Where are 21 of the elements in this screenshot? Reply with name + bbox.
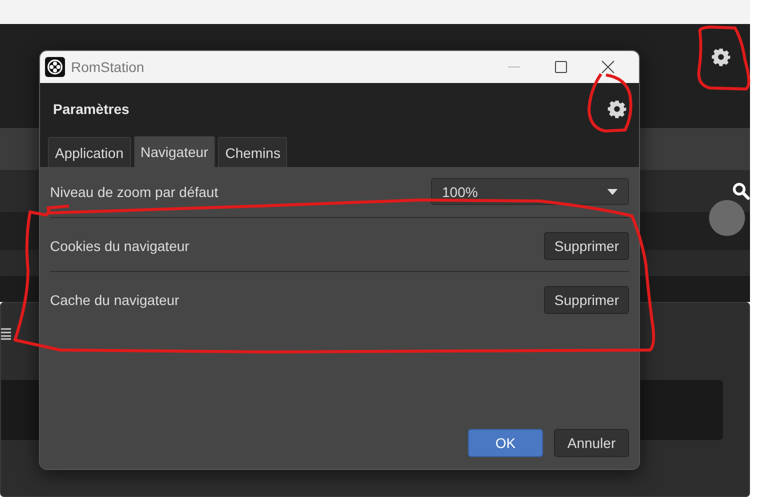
close-icon[interactable] [601, 60, 615, 74]
tab[interactable]: Navigateur [134, 136, 216, 167]
search-icon[interactable] [732, 182, 750, 200]
window-title: RomStation [71, 59, 146, 75]
setting-label: Cookies du navigateur [50, 238, 190, 254]
delete-button[interactable]: Supprimer [544, 286, 629, 314]
tab[interactable]: Application [48, 137, 130, 167]
setting-label: Cache du navigateur [50, 292, 180, 308]
tab[interactable]: Chemins [218, 137, 288, 167]
ok-button[interactable]: OK [468, 429, 543, 457]
caret-icon [607, 188, 618, 194]
cancel-button[interactable]: Annuler [554, 429, 629, 457]
settings-icon[interactable] [607, 99, 627, 119]
maximize-icon[interactable] [554, 60, 568, 74]
menu-icon[interactable] [1, 328, 11, 340]
dialog-heading: Paramètres [53, 101, 130, 117]
setting-label: Niveau de zoom par défaut [50, 184, 218, 200]
app-logo-icon [45, 57, 65, 77]
zoom-dropdown[interactable]: 100% [431, 178, 629, 205]
settings-icon[interactable] [711, 47, 731, 67]
delete-button[interactable]: Supprimer [544, 232, 629, 260]
